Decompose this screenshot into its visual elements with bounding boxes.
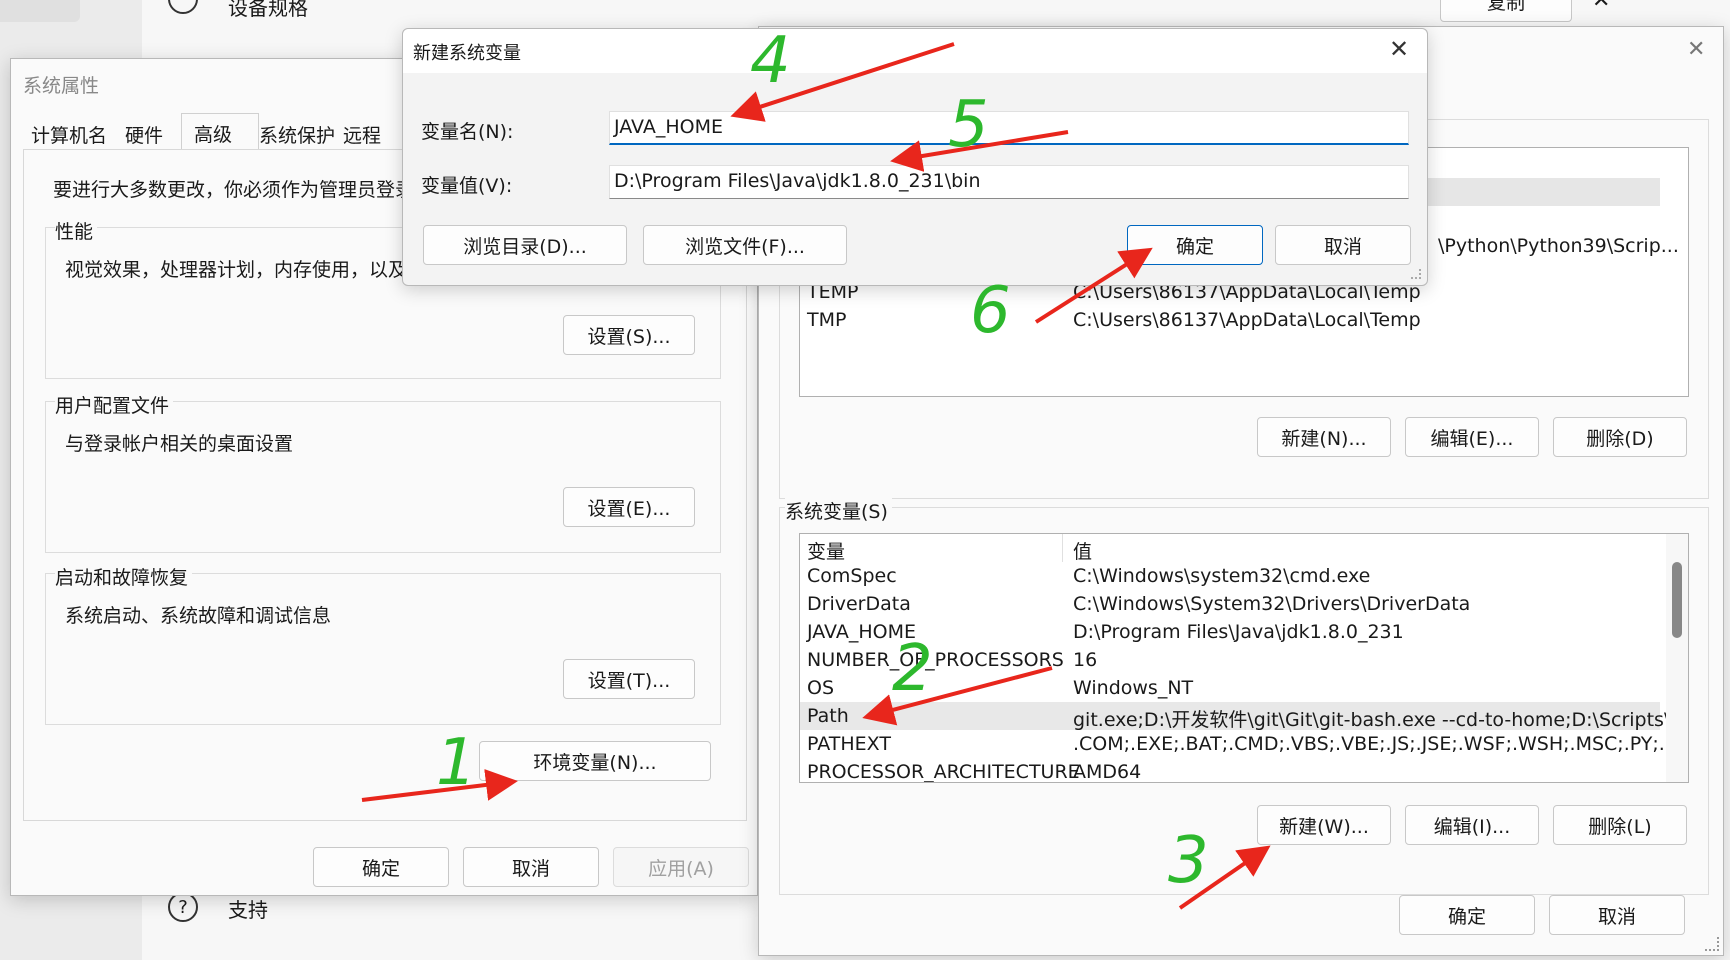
browse-file-button[interactable]: 浏览文件(F)... — [643, 225, 847, 265]
browse-directory-button[interactable]: 浏览目录(D)... — [423, 225, 627, 265]
variable-name-label: 变量名(N): — [421, 121, 514, 143]
env-cancel-button[interactable]: 取消 — [1549, 895, 1685, 935]
dialog-cancel-button[interactable]: 取消 — [1275, 225, 1411, 265]
system-properties-ok-button[interactable]: 确定 — [313, 847, 449, 887]
dialog-resize-grip-icon[interactable] — [1411, 269, 1421, 279]
list-item[interactable]: TMP C:\Users\86137\AppData\Local\Temp — [800, 306, 1688, 334]
sys-var-name: OS — [807, 677, 835, 699]
env-close-icon[interactable]: ✕ — [1687, 37, 1705, 62]
column-divider[interactable] — [1062, 534, 1063, 562]
column-header-name[interactable]: 变量 — [807, 537, 845, 564]
sys-var-name: NUMBER_OF_PROCESSORS — [807, 649, 1064, 671]
user-profiles-settings-button[interactable]: 设置(E)... — [563, 487, 695, 527]
resize-grip-icon[interactable] — [1705, 937, 1719, 951]
startup-recovery-label: 启动和故障恢复 — [55, 563, 193, 590]
sys-var-value: D:\Program Files\Java\jdk1.8.0_231 — [1073, 621, 1404, 643]
tab-hardware[interactable]: 硬件 — [125, 121, 163, 148]
system-variables-list[interactable]: 变量 值 ComSpec C:\Windows\system32\cmd.exe… — [799, 533, 1689, 783]
table-row[interactable]: NUMBER_OF_PROCESSORS 16 — [800, 646, 1688, 674]
table-row[interactable]: ComSpec C:\Windows\system32\cmd.exe — [800, 562, 1688, 590]
admin-notice: 要进行大多数更改，你必须作为管理员登录。 — [53, 179, 434, 201]
dialog-close-icon[interactable]: ✕ — [1389, 35, 1409, 63]
table-row[interactable]: PATHEXT .COM;.EXE;.BAT;.CMD;.VBS;.VBE;.J… — [800, 730, 1688, 758]
user-var-name: TMP — [807, 309, 847, 331]
background-nav-item — [0, 0, 80, 22]
sys-var-value: AMD64 — [1073, 761, 1142, 783]
performance-description: 视觉效果，处理器计划，内存使用，以及虚 — [65, 259, 427, 281]
variable-name-field[interactable]: JAVA_HOME — [609, 111, 1409, 145]
performance-label: 性能 — [55, 217, 98, 244]
system-properties-cancel-button[interactable]: 取消 — [463, 847, 599, 887]
sys-var-value: .COM;.EXE;.BAT;.CMD;.VBS;.VBE;.JS;.JSE;.… — [1073, 733, 1689, 755]
table-row[interactable]: DriverData C:\Windows\System32\Drivers\D… — [800, 590, 1688, 618]
variable-value-label: 变量值(V): — [421, 175, 513, 197]
tab-remote[interactable]: 远程 — [343, 121, 381, 148]
sys-var-name: JAVA_HOME — [807, 621, 916, 643]
variable-name-value: JAVA_HOME — [614, 116, 723, 138]
tab-advanced-label: 高级 — [194, 124, 233, 146]
sys-var-name: PATHEXT — [807, 733, 891, 755]
user-profiles-group — [45, 401, 721, 553]
tab-computer-name[interactable]: 计算机名 — [31, 121, 107, 148]
sys-var-value: C:\Windows\System32\Drivers\DriverData — [1073, 593, 1471, 615]
table-row[interactable]: JAVA_HOME D:\Program Files\Java\jdk1.8.0… — [800, 618, 1688, 646]
table-row[interactable]: PROCESSOR_ARCHITECTURE AMD64 — [800, 758, 1688, 783]
tab-system-protection[interactable]: 系统保护 — [259, 121, 335, 148]
tab-advanced[interactable]: 高级 — [181, 113, 259, 149]
variable-value-field[interactable]: D:\Program Files\Java\jdk1.8.0_231\bin — [609, 165, 1409, 199]
user-new-button[interactable]: 新建(N)... — [1257, 417, 1391, 457]
new-system-variable-dialog: 新建系统变量 ✕ 变量名(N): JAVA_HOME 变量值(V): D:\Pr… — [402, 28, 1428, 286]
sys-var-name: Path — [807, 705, 849, 727]
dialog-title: 新建系统变量 — [413, 43, 521, 64]
env-ok-button[interactable]: 确定 — [1399, 895, 1535, 935]
table-row-selected[interactable]: Path git.exe;D:\开发软件\git\Git\git-bash.ex… — [800, 702, 1688, 731]
system-properties-apply-button[interactable]: 应用(A) — [613, 847, 749, 887]
sys-var-value: Windows_NT — [1073, 677, 1194, 699]
user-var-value: \Python\Python39\Scrip... — [1438, 235, 1679, 257]
startup-recovery-description: 系统启动、系统故障和调试信息 — [65, 605, 332, 627]
startup-recovery-group — [45, 573, 721, 725]
sys-var-value: 16 — [1073, 649, 1098, 671]
system-delete-button[interactable]: 删除(L) — [1553, 805, 1687, 845]
startup-recovery-settings-button[interactable]: 设置(T)... — [563, 659, 695, 699]
user-profiles-label: 用户配置文件 — [55, 391, 174, 418]
column-header-value[interactable]: 值 — [1073, 537, 1092, 564]
user-profiles-description: 与登录帐户相关的桌面设置 — [65, 433, 294, 455]
sys-var-name: PROCESSOR_ARCHITECTURE — [807, 761, 1080, 783]
window-title: 系统属性 — [23, 75, 100, 97]
sys-var-name: ComSpec — [807, 565, 897, 587]
sys-var-name: DriverData — [807, 593, 911, 615]
copy-button[interactable]: 复制 — [1440, 0, 1572, 22]
system-new-button[interactable]: 新建(W)... — [1257, 805, 1391, 845]
device-specs-label: 设备规格 — [228, 0, 308, 20]
dialog-ok-button[interactable]: 确定 — [1127, 225, 1263, 265]
background-close-icon[interactable]: ✕ — [1592, 0, 1610, 13]
performance-settings-button[interactable]: 设置(S)... — [563, 315, 695, 355]
sys-var-value: git.exe;D:\开发软件\git\Git\git-bash.exe --c… — [1073, 709, 1689, 731]
system-edit-button[interactable]: 编辑(I)... — [1405, 805, 1539, 845]
system-list-scrollbar[interactable] — [1666, 534, 1688, 782]
variable-value-value: D:\Program Files\Java\jdk1.8.0_231\bin — [614, 170, 981, 192]
support-label: 支持 — [228, 898, 268, 922]
system-variables-label: 系统变量(S) — [785, 497, 892, 524]
sys-var-value: C:\Windows\system32\cmd.exe — [1073, 565, 1371, 587]
table-row[interactable]: OS Windows_NT — [800, 674, 1688, 702]
help-icon: ? — [168, 892, 198, 922]
list-header: 变量 值 — [800, 534, 1688, 564]
dialog-titlebar — [403, 29, 1427, 73]
user-var-value: C:\Users\86137\AppData\Local\Temp — [1073, 309, 1421, 331]
user-edit-button[interactable]: 编辑(E)... — [1405, 417, 1539, 457]
scrollbar-thumb[interactable] — [1672, 562, 1682, 638]
environment-variables-button[interactable]: 环境变量(N)... — [479, 741, 711, 781]
user-delete-button[interactable]: 删除(D) — [1553, 417, 1687, 457]
